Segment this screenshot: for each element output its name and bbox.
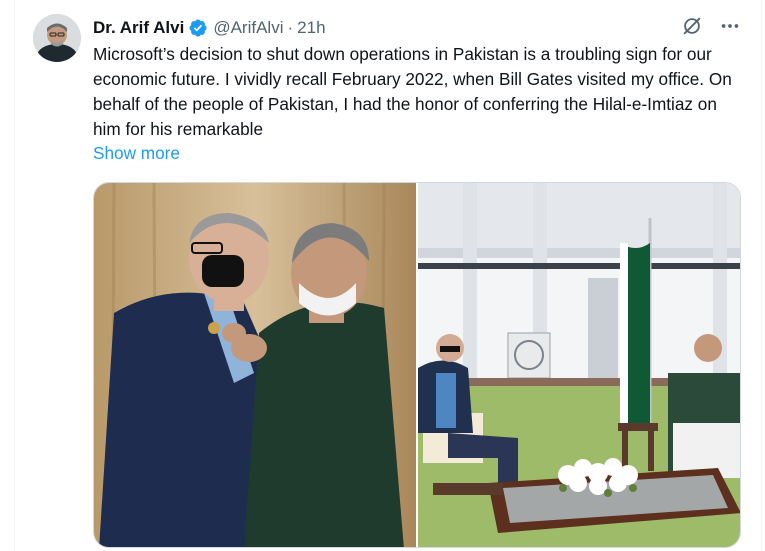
photo-lawn-meeting[interactable]: [418, 183, 740, 547]
photo-award-ceremony[interactable]: [94, 183, 416, 547]
more-icon[interactable]: [719, 15, 741, 42]
grok-icon[interactable]: [681, 15, 703, 42]
separator-dot: ·: [287, 18, 294, 37]
media-grid: [93, 182, 741, 548]
tweet-header: Dr. Arif Alvi @ArifAlvi · 21h: [93, 16, 741, 40]
author-name[interactable]: Dr. Arif Alvi: [93, 18, 184, 38]
avatar[interactable]: [33, 14, 81, 62]
photo-lawn-meeting-image: [418, 183, 740, 547]
avatar-image: [33, 14, 81, 62]
header-actions: [681, 15, 741, 42]
tweet-text: Microsoft’s decision to shut down operat…: [93, 44, 732, 139]
author-handle[interactable]: @ArifAlvi: [213, 18, 283, 38]
tweet-card[interactable]: Dr. Arif Alvi @ArifAlvi · 21h Microsoft’…: [14, 0, 762, 551]
photo-award-ceremony-image: [94, 183, 416, 547]
verified-badge-icon: [188, 18, 208, 38]
timestamp[interactable]: 21h: [297, 18, 325, 38]
show-more-link[interactable]: Show more: [93, 143, 180, 164]
